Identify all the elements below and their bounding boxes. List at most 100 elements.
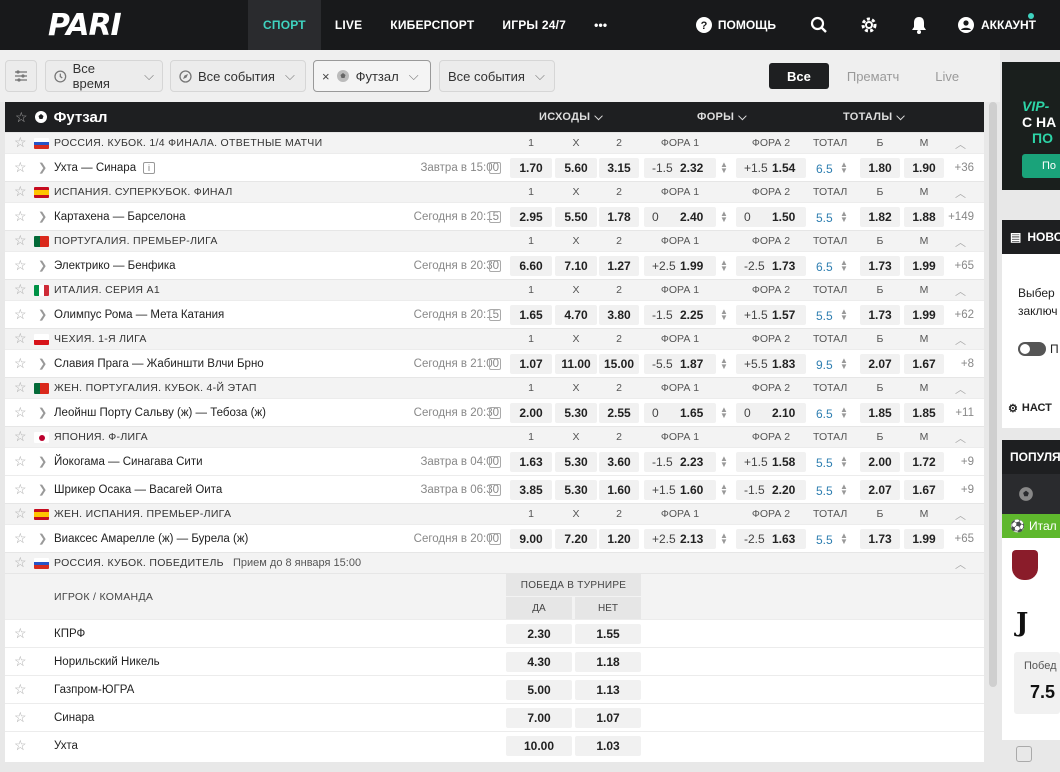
star-icon[interactable]: ☆: [14, 281, 27, 298]
event-row[interactable]: ☆ ❯ Славия Прага — Жабиншти Влчи Брно Сегод…: [5, 349, 984, 377]
handicap-button-h1[interactable]: +2.5 1.99: [644, 256, 716, 276]
total-line[interactable]: 5.5: [816, 211, 833, 225]
handicap-button-h2[interactable]: +1.5 1.57: [736, 305, 806, 325]
star-icon[interactable]: ☆: [14, 330, 27, 347]
odd-button-tm[interactable]: 1.99: [904, 256, 944, 276]
total-line[interactable]: 5.5: [816, 533, 833, 547]
segment-prematch[interactable]: Прематч: [829, 63, 917, 89]
star-icon[interactable]: ☆: [14, 453, 27, 470]
news-settings-link[interactable]: ⚙ НАСТ: [1008, 402, 1052, 415]
star-icon[interactable]: ☆: [14, 257, 27, 274]
handicap-button-h1[interactable]: 0 2.40: [644, 207, 716, 227]
odd-button-yes[interactable]: 5.00: [506, 680, 572, 700]
odd-button-tb[interactable]: 2.07: [860, 354, 900, 374]
odd-button-tm[interactable]: 1.67: [904, 480, 944, 500]
chevron-right-icon[interactable]: ❯: [38, 357, 47, 370]
odd-button-no[interactable]: 1.18: [575, 652, 641, 672]
odd-button-o2[interactable]: 3.15: [599, 158, 639, 178]
star-icon[interactable]: ☆: [15, 109, 28, 126]
stats-icon[interactable]: [489, 162, 501, 174]
stats-icon[interactable]: [489, 484, 501, 496]
event-row[interactable]: ☆ ❯ Электрико — Бенфика Сегодня в 20:30 6.60…: [5, 251, 984, 279]
more-markets-link[interactable]: +36: [954, 162, 974, 174]
stats-icon[interactable]: [489, 407, 501, 419]
odd-button-o1[interactable]: 2.95: [510, 207, 552, 227]
odd-button-tm[interactable]: 1.99: [904, 305, 944, 325]
odd-button-o2[interactable]: 3.80: [599, 305, 639, 325]
odd-button-ox[interactable]: 7.20: [555, 529, 597, 549]
event-teams[interactable]: Виаксес Амарелле (ж) — Бурела (ж): [54, 533, 248, 545]
col-handicaps[interactable]: ФОРЫ ⌵: [697, 102, 747, 132]
odd-button-tb[interactable]: 2.07: [860, 480, 900, 500]
odd-button-tb[interactable]: 2.00: [860, 452, 900, 472]
star-icon[interactable]: ☆: [14, 554, 27, 571]
total-line[interactable]: 5.5: [816, 309, 833, 323]
total-line[interactable]: 5.5: [816, 456, 833, 470]
odd-button-o2[interactable]: 3.60: [599, 452, 639, 472]
chevron-up-icon[interactable]: ︿: [955, 507, 966, 523]
odd-button-tm[interactable]: 1.88: [904, 207, 944, 227]
odd-button-o1[interactable]: 2.00: [510, 403, 552, 423]
handicap-button-h2[interactable]: 0 2.10: [736, 403, 806, 423]
stats-icon[interactable]: [489, 533, 501, 545]
total-line[interactable]: 6.5: [816, 407, 833, 421]
odd-button-o1[interactable]: 1.65: [510, 305, 552, 325]
event-row[interactable]: ☆ ❯ Виаксес Амарелле (ж) — Бурела (ж) Сегод…: [5, 524, 984, 552]
handicap-button-h1[interactable]: -1.5 2.32: [644, 158, 716, 178]
odd-button-ox[interactable]: 5.30: [555, 480, 597, 500]
star-icon[interactable]: ☆: [14, 737, 27, 754]
league-header-row[interactable]: ☆ ИТАЛИЯ. СЕРИЯ А1 1 X 2 ФОРА 1 ФОРА 2 ТОТАЛ Б М ︿: [5, 279, 984, 300]
league-header-row[interactable]: ☆ ЯПОНИЯ. Ф-ЛИГА 1 X 2 ФОРА 1 ФОРА 2 ТОТАЛ Б М ︿: [5, 426, 984, 447]
event-row[interactable]: ☆ ❯ Йокогама — Синагава Сити Завтра в 04:00…: [5, 447, 984, 475]
nav-esports[interactable]: КИБЕРСПОРТ: [376, 0, 488, 50]
popular-league-bar[interactable]: ⚽ Итал: [1002, 514, 1060, 538]
segment-live[interactable]: Live: [917, 63, 977, 89]
event-row[interactable]: ☆ ❯ Леойнш Порту Сальву (ж) — Тебоза (ж) Се…: [5, 398, 984, 426]
odd-button-o1[interactable]: 1.70: [510, 158, 552, 178]
more-markets-link[interactable]: +11: [955, 407, 974, 419]
nav-live[interactable]: LIVE: [321, 0, 376, 50]
odd-button-no[interactable]: 1.13: [575, 680, 641, 700]
chevron-up-icon[interactable]: ︿: [955, 136, 966, 152]
star-icon[interactable]: ☆: [14, 183, 27, 200]
chevron-right-icon[interactable]: ❯: [38, 483, 47, 496]
handicap-button-h2[interactable]: +1.5 1.54: [736, 158, 806, 178]
more-markets-link[interactable]: +65: [954, 533, 974, 545]
popular-odd-box[interactable]: Побед 7.5: [1014, 652, 1060, 714]
league-header-row[interactable]: ☆ ЖЕН. ПОРТУГАЛИЯ. КУБОК. 4-Й ЭТАП 1 X 2 ФОРА…: [5, 377, 984, 398]
pari-logo[interactable]: PARI: [0, 0, 248, 50]
nav-more-button[interactable]: •••: [580, 0, 621, 50]
stats-icon[interactable]: [489, 260, 501, 272]
notifications-button[interactable]: [894, 0, 944, 50]
odd-button-tb[interactable]: 1.82: [860, 207, 900, 227]
chevron-up-icon[interactable]: ︿: [955, 283, 966, 299]
search-button[interactable]: [794, 0, 844, 50]
star-icon[interactable]: ☆: [14, 355, 27, 372]
handicap-button-h2[interactable]: -2.5 1.63: [736, 529, 806, 549]
odd-button-tb[interactable]: 1.73: [860, 256, 900, 276]
odd-button-o2[interactable]: 15.00: [599, 354, 639, 374]
help-button[interactable]: ? ПОМОЩЬ: [695, 17, 776, 33]
stats-icon[interactable]: [489, 358, 501, 370]
more-markets-link[interactable]: +62: [954, 309, 974, 321]
odd-button-o1[interactable]: 9.00: [510, 529, 552, 549]
time-filter-dropdown[interactable]: Все время ⌵: [45, 60, 163, 92]
league-header-row[interactable]: ☆ ЖЕН. ИСПАНИЯ. ПРЕМЬЕР-ЛИГА 1 X 2 ФОРА 1 ФОРА…: [5, 503, 984, 524]
odd-button-tm[interactable]: 1.85: [904, 403, 944, 423]
odd-button-ox[interactable]: 5.30: [555, 452, 597, 472]
odd-button-ox[interactable]: 4.70: [555, 305, 597, 325]
odd-button-no[interactable]: 1.55: [575, 624, 641, 644]
handicap-button-h1[interactable]: -5.5 1.87: [644, 354, 716, 374]
star-icon[interactable]: ☆: [14, 208, 27, 225]
odd-button-tb[interactable]: 1.73: [860, 305, 900, 325]
star-icon[interactable]: ☆: [14, 134, 27, 151]
handicap-button-h2[interactable]: +5.5 1.83: [736, 354, 806, 374]
handicap-button-h1[interactable]: 0 1.65: [644, 403, 716, 423]
handicap-button-h1[interactable]: -1.5 2.25: [644, 305, 716, 325]
star-icon[interactable]: ☆: [14, 625, 27, 642]
league-header-row[interactable]: ☆ ПОРТУГАЛИЯ. ПРЕМЬЕР-ЛИГА 1 X 2 ФОРА 1 ФОРА 2…: [5, 230, 984, 251]
event-teams[interactable]: Шрикер Осака — Васагей Оита: [54, 484, 222, 496]
star-icon[interactable]: ☆: [14, 530, 27, 547]
stats-icon[interactable]: [489, 456, 501, 468]
event-row[interactable]: ☆ ❯ Ухта — Синара i Завтра в 15:00 1.70 5.60 3.…: [5, 153, 984, 181]
